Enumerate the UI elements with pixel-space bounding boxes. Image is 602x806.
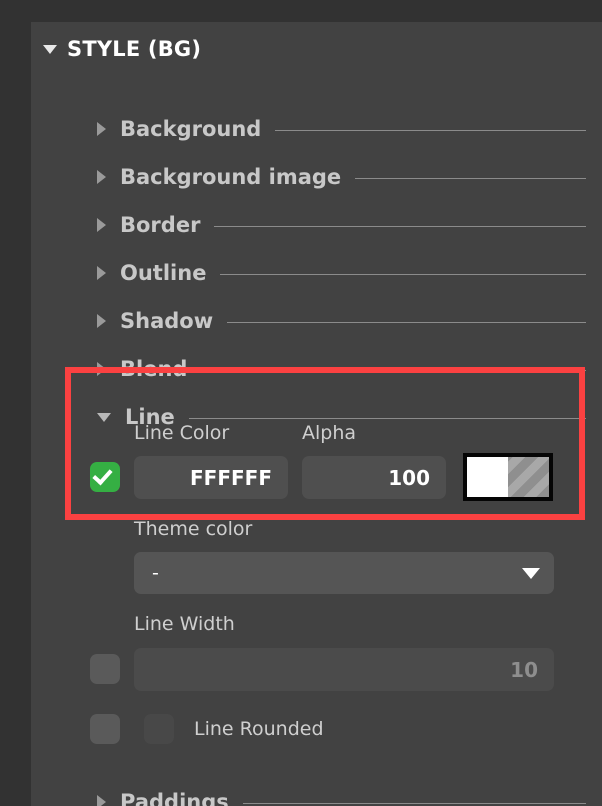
- triangle-right-icon: [97, 314, 106, 328]
- theme-color-label: Theme color: [134, 518, 253, 540]
- section-header-shadow[interactable]: Shadow: [97, 306, 586, 336]
- line-color-enable-checkbox[interactable]: [90, 462, 120, 492]
- section-label: Background: [120, 117, 262, 141]
- theme-color-value: -: [152, 562, 159, 584]
- section-header-outline[interactable]: Outline: [97, 258, 586, 288]
- section-header-background[interactable]: Background: [97, 114, 586, 144]
- section-divider: [242, 802, 586, 804]
- line-color-hex-input[interactable]: FFFFFF: [134, 456, 288, 499]
- theme-color-dropdown[interactable]: -: [134, 552, 554, 594]
- section-divider: [214, 225, 586, 227]
- section-divider: [355, 177, 586, 179]
- section-label: Border: [120, 213, 201, 237]
- section-label: Shadow: [120, 309, 214, 333]
- section-header-border[interactable]: Border: [97, 210, 586, 240]
- section-label: Blend: [120, 357, 188, 381]
- line-rounded-value-checkbox[interactable]: [144, 714, 174, 744]
- section-divider: [220, 273, 586, 275]
- line-width-enable-checkbox[interactable]: [90, 654, 120, 684]
- section-header-blend[interactable]: Blend: [97, 354, 586, 384]
- section-header-background-image[interactable]: Background image: [97, 162, 586, 192]
- check-icon: [92, 464, 113, 486]
- line-color-label: Line Color: [134, 422, 230, 444]
- swatch-solid-half: [467, 457, 508, 497]
- chevron-down-icon: [522, 567, 540, 579]
- triangle-down-icon: [43, 44, 57, 54]
- triangle-right-icon: [97, 795, 106, 806]
- style-bg-group-header[interactable]: STYLE (BG): [43, 36, 201, 62]
- triangle-down-icon: [97, 412, 111, 422]
- page-title: STYLE (BG): [67, 37, 202, 61]
- swatch-alpha-half: [508, 457, 549, 497]
- section-label: Outline: [120, 261, 207, 285]
- triangle-right-icon: [97, 170, 106, 184]
- triangle-right-icon: [97, 218, 106, 232]
- line-rounded-enable-checkbox[interactable]: [90, 714, 120, 744]
- triangle-right-icon: [97, 266, 106, 280]
- line-width-input[interactable]: 10: [134, 648, 554, 691]
- alpha-input[interactable]: 100: [302, 456, 446, 499]
- section-divider: [227, 321, 586, 323]
- line-rounded-label: Line Rounded: [194, 718, 324, 740]
- section-header-paddings[interactable]: Paddings: [97, 787, 586, 806]
- color-preview-swatch[interactable]: [463, 453, 553, 501]
- section-divider: [201, 369, 586, 371]
- line-width-label: Line Width: [134, 613, 235, 635]
- alpha-label: Alpha: [302, 422, 357, 444]
- section-label: Paddings: [120, 790, 229, 806]
- section-label: Background image: [120, 165, 342, 189]
- section-divider: [188, 417, 586, 419]
- triangle-right-icon: [97, 122, 106, 136]
- section-divider: [275, 129, 586, 131]
- triangle-right-icon: [97, 362, 106, 376]
